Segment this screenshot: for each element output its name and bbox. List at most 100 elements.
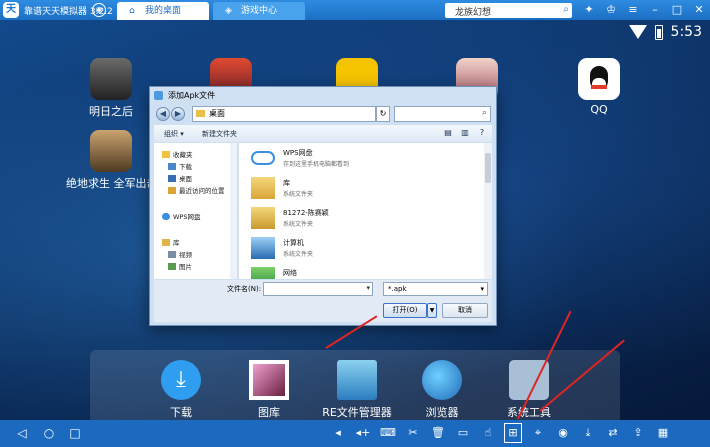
chevron-down-icon[interactable]: ▾ bbox=[366, 284, 370, 292]
navigation-pane: 收藏夹 下载 桌面 最近访问的位置 WPS网盘 库 视频 图片 bbox=[154, 143, 237, 279]
command-bar: 组织 ▾ 新建文件夹 ▤ ▥ ? bbox=[154, 125, 492, 142]
minimize-icon[interactable]: – bbox=[649, 2, 661, 18]
clock: 5:53 bbox=[670, 24, 702, 40]
title-bar: 天 靠谱天天模拟器 3.2.2 ◉ ⌂ 我的桌面 ◈ 游戏中心 龙族幻想 ⌕ ✦ ♔… bbox=[0, 0, 710, 20]
view-icon[interactable]: ▤ bbox=[442, 127, 454, 139]
trash-icon[interactable]: 🗑 bbox=[430, 424, 446, 442]
wifi-icon bbox=[628, 25, 647, 39]
dock-app-re-file-manager[interactable]: RE文件管理器 bbox=[312, 360, 402, 420]
file-item-libraries[interactable]: 库 系统文件夹 bbox=[247, 175, 472, 203]
filetype-select[interactable]: *.apk ▾ bbox=[383, 282, 488, 296]
nav-desktop[interactable]: 桌面 bbox=[168, 173, 192, 183]
close-icon[interactable]: ✕ bbox=[693, 2, 705, 18]
recent-apps-icon[interactable]: □ bbox=[67, 425, 83, 441]
battery-icon bbox=[654, 24, 663, 40]
chevron-down-icon: ▾ bbox=[480, 285, 484, 293]
message-icon[interactable]: ▭ bbox=[455, 424, 471, 442]
file-item-user-folder[interactable]: 81272-陈赛颖 系统文件夹 bbox=[247, 205, 472, 233]
touch-icon[interactable]: ☝ bbox=[480, 424, 496, 442]
skin-icon[interactable]: ♔ bbox=[605, 2, 617, 18]
dialog-app-icon bbox=[154, 91, 163, 100]
dialog-search-input[interactable]: ⌕ bbox=[394, 106, 491, 122]
user-folder-icon bbox=[251, 207, 275, 229]
pubg-icon bbox=[90, 130, 132, 172]
nav-pictures[interactable]: 图片 bbox=[168, 261, 192, 271]
nav-scrollbar[interactable] bbox=[230, 143, 237, 279]
file-item-wps-cloud[interactable]: WPS网盘 存到这里手机电脑都看到 bbox=[247, 145, 472, 173]
file-item-computer[interactable]: 计算机 系统文件夹 bbox=[247, 235, 472, 263]
folder-icon bbox=[337, 360, 377, 400]
sync-icon[interactable]: ⇄ bbox=[605, 424, 621, 442]
tab-game-center[interactable]: ◈ 游戏中心 bbox=[213, 2, 305, 20]
help-icon[interactable]: ? bbox=[476, 127, 488, 139]
search-icon[interactable]: ⌕ bbox=[563, 4, 569, 15]
pin-icon[interactable]: ✦ bbox=[583, 2, 595, 18]
keyboard-icon[interactable]: ⌨ bbox=[380, 424, 396, 442]
qq-icon bbox=[578, 58, 620, 100]
bottom-toolbar: ◁ ○ □ ◂ ◂+ ⌨ ✂ 🗑 ▭ ☝ ⊞ ⌖ ◉ ⤓ ⇄ ⇪ ▦ bbox=[0, 420, 710, 447]
search-icon: ⌕ bbox=[481, 108, 487, 118]
new-folder-button[interactable]: 新建文件夹 bbox=[202, 129, 237, 139]
app-logo: 天 bbox=[3, 2, 19, 18]
dialog-titlebar: 添加Apk文件 bbox=[150, 87, 496, 104]
dock-app-gallery[interactable]: 图库 bbox=[224, 360, 314, 420]
dock-app-system-tools[interactable]: 系统工具 bbox=[484, 360, 574, 420]
nav-favorites[interactable]: 收藏夹 bbox=[162, 149, 193, 159]
open-dropdown-arrow-icon[interactable]: ▼ bbox=[427, 303, 437, 318]
address-input[interactable]: 桌面 bbox=[192, 106, 376, 122]
filename-label: 文件名(N): bbox=[227, 285, 262, 293]
library-icon bbox=[162, 239, 170, 246]
back-nav-icon[interactable]: ◀ bbox=[156, 107, 170, 121]
app-qq[interactable]: QQ bbox=[564, 58, 634, 116]
forward-nav-icon[interactable]: ▶ bbox=[171, 107, 185, 121]
cloud-icon bbox=[251, 151, 275, 165]
gallery-icon bbox=[249, 360, 289, 400]
dock-app-browser[interactable]: 浏览器 bbox=[397, 360, 487, 420]
network-icon bbox=[251, 267, 275, 279]
preview-pane-icon[interactable]: ▥ bbox=[459, 127, 471, 139]
maximize-icon[interactable]: □ bbox=[671, 2, 683, 18]
keymap-icon[interactable]: ▦ bbox=[655, 424, 671, 442]
nav-libraries[interactable]: 库 bbox=[162, 237, 180, 247]
recent-icon bbox=[168, 187, 176, 194]
record-icon[interactable]: ◉ bbox=[555, 424, 571, 442]
share-icon[interactable]: ⇪ bbox=[630, 424, 646, 442]
cancel-button[interactable]: 取消 bbox=[442, 303, 488, 318]
organize-button[interactable]: 组织 ▾ bbox=[164, 129, 184, 139]
import-icon[interactable]: ⤓ bbox=[580, 424, 596, 442]
desktop-icon bbox=[168, 175, 176, 182]
open-button[interactable]: 打开(O) bbox=[383, 303, 427, 318]
location-icon[interactable]: ⌖ bbox=[530, 424, 546, 442]
home-icon[interactable]: ○ bbox=[41, 425, 57, 441]
download-icon: ⤓ bbox=[161, 360, 201, 400]
cloud-icon bbox=[162, 213, 170, 220]
dialog-footer: 文件名(N): ▾ *.apk ▾ 打开(O) ▼ 取消 bbox=[154, 280, 492, 322]
add-apk-dialog: 添加Apk文件 ◀ ▶ 桌面 ↻ ⌕ 组织 ▾ 新建文件夹 ▤ ▥ ? 收藏夹 … bbox=[149, 86, 497, 326]
app-pubg[interactable]: 绝地求生 全军出击 bbox=[66, 130, 158, 191]
star-icon bbox=[162, 151, 170, 158]
home-icon: ⌂ bbox=[129, 6, 135, 16]
refresh-icon[interactable]: ↻ bbox=[376, 106, 390, 122]
back-icon[interactable]: ◁ bbox=[14, 425, 30, 441]
user-icon[interactable]: ◉ bbox=[92, 3, 106, 17]
file-list-scrollbar[interactable] bbox=[484, 143, 492, 279]
nav-wps-cloud[interactable]: WPS网盘 bbox=[162, 211, 200, 221]
scroll-thumb[interactable] bbox=[485, 153, 491, 183]
nav-videos[interactable]: 视频 bbox=[168, 249, 192, 259]
file-item-network[interactable]: 网络 bbox=[247, 265, 472, 279]
dock-app-download[interactable]: ⤓ 下载 bbox=[136, 360, 226, 420]
app-mingrizhihou[interactable]: 明日之后 bbox=[76, 58, 146, 119]
nav-downloads[interactable]: 下载 bbox=[168, 161, 192, 171]
filename-input[interactable]: ▾ bbox=[263, 282, 373, 296]
add-apk-icon[interactable]: ⊞ bbox=[504, 423, 522, 443]
menu-icon[interactable]: ≡ bbox=[627, 2, 639, 18]
computer-icon bbox=[251, 237, 275, 259]
download-folder-icon bbox=[168, 163, 176, 170]
nav-recent[interactable]: 最近访问的位置 bbox=[168, 185, 225, 195]
screenshot-icon[interactable]: ✂ bbox=[405, 424, 421, 442]
search-input[interactable]: 龙族幻想 ⌕ bbox=[445, 3, 572, 18]
volume-down-icon[interactable]: ◂ bbox=[330, 424, 346, 442]
volume-up-icon[interactable]: ◂+ bbox=[355, 424, 371, 442]
tab-my-desktop[interactable]: ⌂ 我的桌面 bbox=[117, 2, 209, 20]
mingrizhihou-icon bbox=[90, 58, 132, 100]
